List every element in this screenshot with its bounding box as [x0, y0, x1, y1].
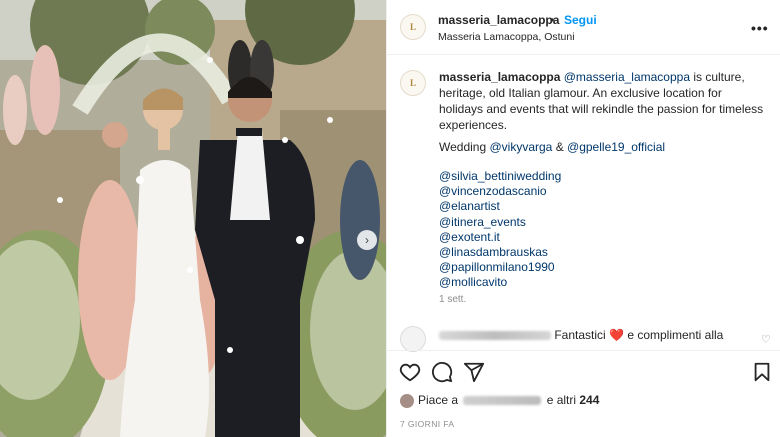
likes-prefix: Piace a: [418, 393, 462, 407]
wedding-mention-link[interactable]: @vikyvarga: [489, 140, 552, 154]
username-link[interactable]: masseria_lamacoppa: [438, 13, 559, 27]
bookmark-icon[interactable]: [751, 361, 773, 383]
action-bar: [387, 350, 780, 390]
caption-avatar[interactable]: L: [400, 70, 426, 96]
credit-mention-link[interactable]: @silvia_bettiniwedding: [439, 169, 561, 184]
credit-mention-link[interactable]: @itinera_events: [439, 215, 561, 230]
heart-emoji-icon: ❤️: [609, 328, 624, 342]
comment-icon[interactable]: [431, 361, 453, 383]
post-photo[interactable]: ›: [0, 0, 386, 437]
carousel-next-button[interactable]: ›: [357, 230, 377, 250]
blurred-username: [439, 331, 551, 341]
post-header: L masseria_lamacoppa • Segui Masseria La…: [387, 0, 780, 55]
credit-mention-link[interactable]: @exotent.it: [439, 230, 561, 245]
separator-dot: •: [550, 13, 555, 27]
credit-mention-link[interactable]: @elanartist: [439, 199, 561, 214]
avatar[interactable]: L: [400, 14, 426, 40]
post-detail-panel: L masseria_lamacoppa • Segui Masseria La…: [386, 0, 780, 437]
post-caption: masseria_lamacoppa @masseria_lamacoppa i…: [439, 69, 769, 133]
send-icon[interactable]: [463, 361, 485, 383]
comment-text: e complimenti alla: [623, 328, 724, 342]
credit-mention-link[interactable]: @vincenzodascanio: [439, 184, 561, 199]
post-date[interactable]: 7 GIORNI FA: [400, 419, 454, 429]
comment-like-icon[interactable]: ♡: [761, 333, 771, 346]
credits-list: @silvia_bettiniwedding @vincenzodascanio…: [439, 169, 561, 291]
likes-suffix: e altri: [543, 393, 580, 407]
blurred-username: [463, 396, 542, 406]
wedding-photo-illustration: [0, 0, 386, 437]
caption-mention-link[interactable]: @masseria_lamacoppa: [564, 70, 690, 84]
heart-outline-icon[interactable]: [399, 361, 421, 383]
liker-avatar: [400, 393, 414, 408]
comment-text: Fantastici: [551, 328, 610, 342]
comment: Fantastici ❤️ e complimenti alla: [439, 327, 759, 343]
logo-icon: L: [409, 78, 416, 88]
caption-username-link[interactable]: masseria_lamacoppa: [439, 70, 560, 84]
credit-mention-link[interactable]: @mollicavito: [439, 275, 561, 290]
location-link[interactable]: Masseria Lamacoppa, Ostuni: [438, 31, 575, 43]
logo-icon: L: [409, 22, 416, 32]
more-horizontal-icon[interactable]: •••: [751, 20, 769, 36]
wedding-label: Wedding: [439, 140, 490, 154]
follow-button[interactable]: Segui: [564, 13, 597, 27]
credit-mention-link[interactable]: @linasdambrauskas: [439, 245, 561, 260]
wedding-and: &: [552, 140, 568, 154]
credit-mention-link[interactable]: @papillonmilano1990: [439, 260, 561, 275]
wedding-mention-link[interactable]: @gpelle19_official: [567, 140, 665, 154]
likes-count: 244: [579, 393, 600, 407]
likes-summary[interactable]: Piace a e altri 244: [400, 393, 599, 408]
caption-timestamp[interactable]: 1 sett.: [439, 294, 466, 305]
wedding-line: Wedding @vikyvarga & @gpelle19_official: [439, 140, 665, 154]
commenter-avatar[interactable]: [400, 326, 426, 352]
